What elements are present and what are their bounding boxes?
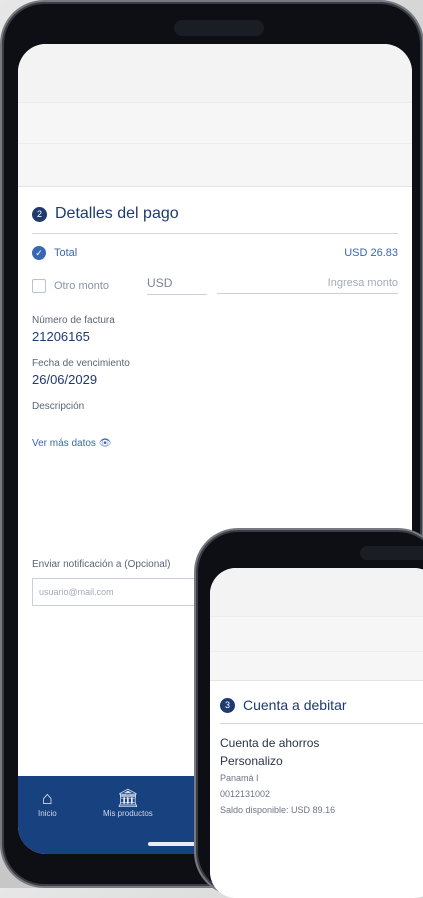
account-type: Cuenta de ahorros bbox=[220, 736, 320, 750]
overlay-section-title-text: Cuenta a debitar bbox=[243, 697, 347, 713]
phone-notch-overlay bbox=[360, 546, 423, 560]
check-icon[interactable]: ✓ bbox=[32, 246, 46, 260]
eye-icon: 👁 bbox=[98, 438, 112, 449]
overlay-subheader-secondary bbox=[210, 652, 423, 681]
account-number: 0012131002 bbox=[220, 789, 271, 799]
section-title: 2 Detalles del pago bbox=[32, 205, 398, 223]
total-label: Total bbox=[54, 247, 78, 259]
nav-home-label: Inicio bbox=[38, 809, 57, 818]
email-input[interactable]: usuario@mail.com bbox=[32, 578, 220, 606]
divider bbox=[32, 233, 398, 234]
overlay-subheader bbox=[210, 616, 423, 652]
screen-overlay: 3 Cuenta a debitar Cuenta de ahorros Per… bbox=[210, 568, 423, 898]
phone-notch bbox=[174, 20, 264, 36]
overlay-divider bbox=[220, 723, 423, 724]
app-header bbox=[18, 44, 412, 102]
due-date-label: Fecha de vencimiento bbox=[32, 358, 130, 369]
total-row[interactable]: ✓ Total USD 26.83 bbox=[32, 246, 398, 260]
overlay-section-title: 3 Cuenta a debitar bbox=[220, 697, 423, 713]
payment-details-section: 2 Detalles del pago ✓ Total USD 26.83 Ot… bbox=[18, 187, 412, 449]
overlay-step-number: 3 bbox=[220, 697, 235, 713]
account-location: Panamá I bbox=[220, 773, 259, 783]
account-name: Personalizo bbox=[220, 754, 283, 768]
nav-item-home[interactable]: ⌂ Inicio bbox=[38, 788, 57, 818]
due-date-value: 26/06/2029 bbox=[32, 372, 98, 387]
subheader-secondary bbox=[18, 144, 412, 187]
section-title-text: Detalles del pago bbox=[55, 205, 179, 222]
home-icon: ⌂ bbox=[41, 788, 53, 808]
nav-products-label: Mis productos bbox=[103, 809, 153, 818]
step-number: 2 bbox=[32, 206, 47, 222]
total-amount: USD 26.83 bbox=[344, 247, 398, 259]
bank-icon: 🏛 bbox=[116, 788, 140, 808]
more-details-link[interactable]: Ver más datos 👁 bbox=[32, 438, 398, 449]
other-amount-label: Otro monto bbox=[54, 279, 110, 292]
overlay-header bbox=[210, 568, 423, 616]
amount-input[interactable]: Ingresa monto bbox=[217, 277, 398, 294]
invoice-label: Número de factura bbox=[32, 315, 115, 326]
currency-select[interactable]: USD bbox=[147, 276, 208, 295]
invoice-value: 21206165 bbox=[32, 329, 90, 344]
nav-item-products[interactable]: 🏛 Mis productos bbox=[103, 788, 153, 818]
debit-account-section: 3 Cuenta a debitar Cuenta de ahorros Per… bbox=[210, 681, 423, 818]
phone-frame-overlay: 3 Cuenta a debitar Cuenta de ahorros Per… bbox=[198, 532, 423, 898]
description-label: Descripción bbox=[32, 401, 85, 412]
available-balance: Saldo disponible: USD 89.16 bbox=[220, 805, 336, 815]
subheader bbox=[18, 102, 412, 144]
more-details-text: Ver más datos bbox=[32, 438, 96, 449]
other-amount-checkbox[interactable] bbox=[32, 278, 46, 293]
other-amount-row: Otro monto USD Ingresa monto bbox=[32, 276, 398, 295]
